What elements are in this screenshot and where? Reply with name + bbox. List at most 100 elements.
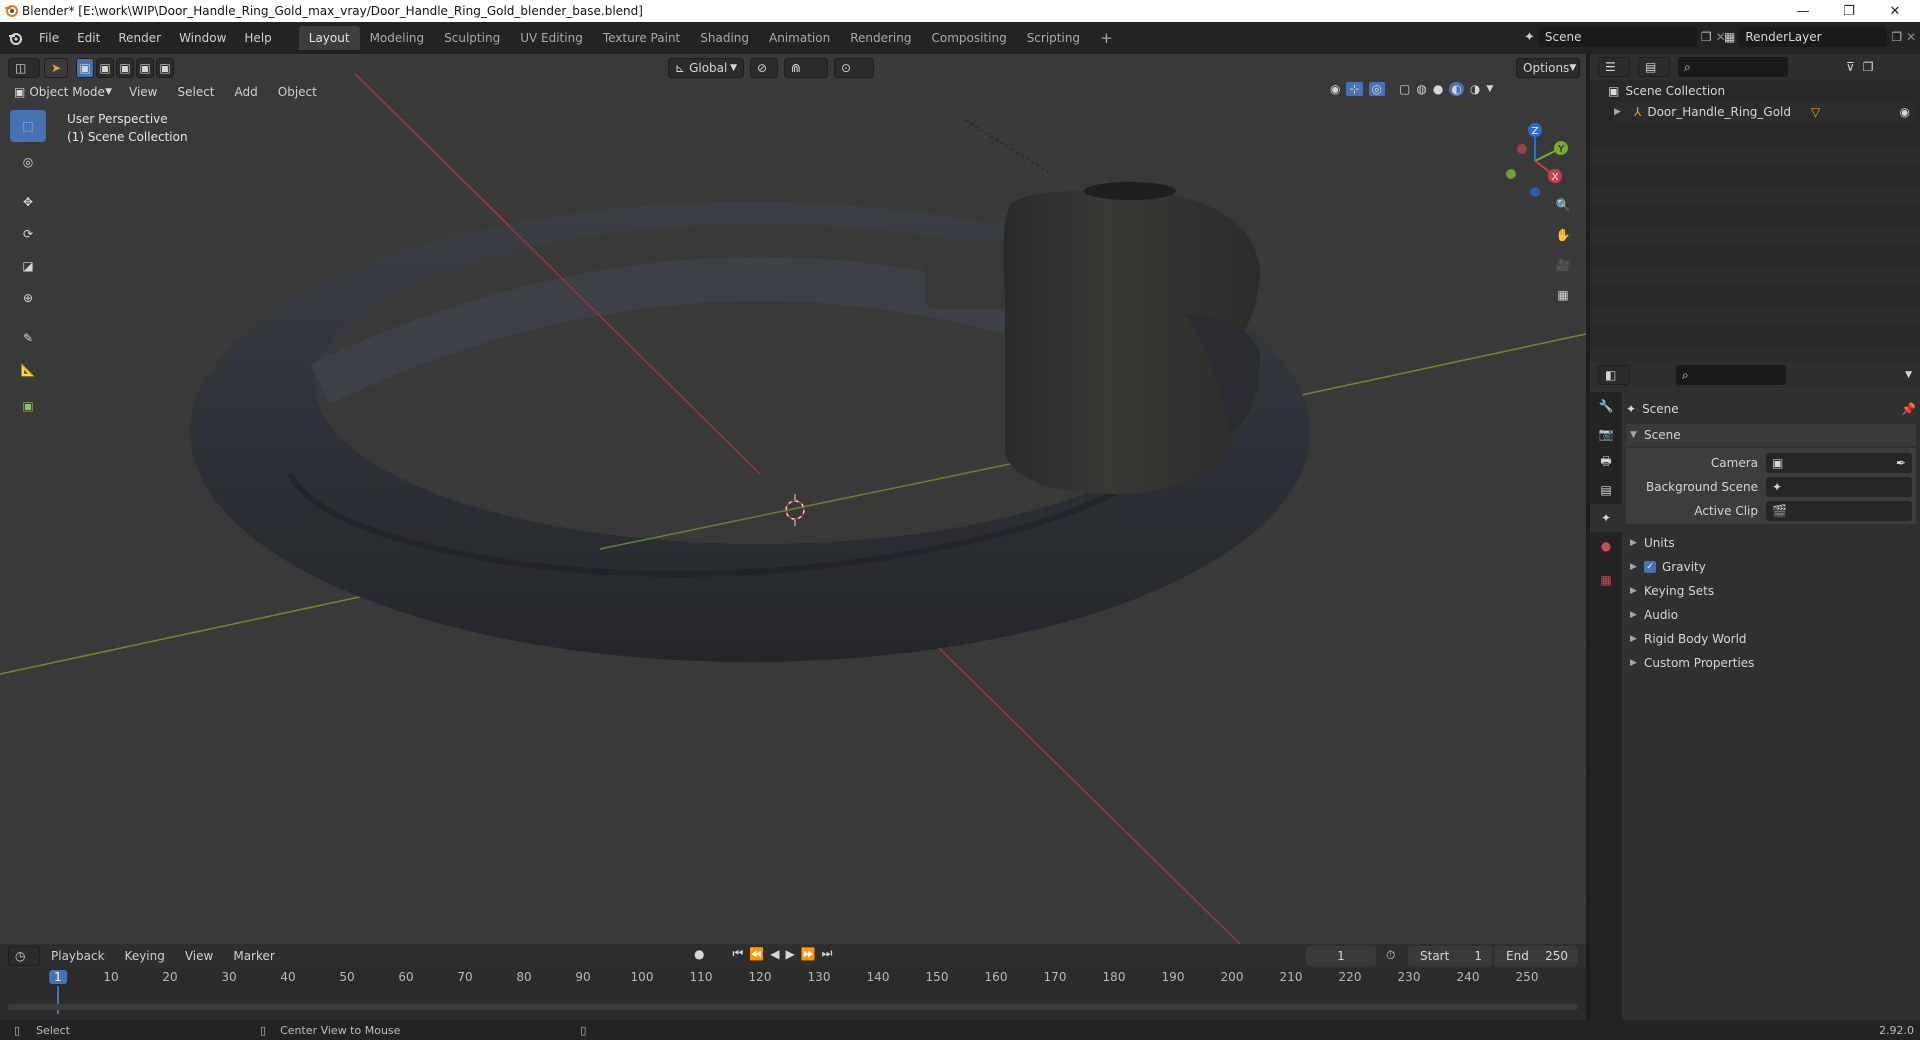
tab-animation[interactable]: Animation xyxy=(759,26,840,50)
rotate-tool[interactable]: ⟳ xyxy=(10,218,46,250)
pin-icon[interactable]: 📌 xyxy=(1901,402,1916,416)
new-collection-icon[interactable]: ❐ xyxy=(1863,60,1874,74)
renderlayer-icon[interactable]: ▦ xyxy=(1724,30,1735,44)
camera-field[interactable]: ▣ ✒ xyxy=(1766,453,1912,473)
visibility-eye-icon[interactable]: ◉ xyxy=(1330,82,1340,96)
wireframe-shading-icon[interactable]: ◍ xyxy=(1416,82,1426,96)
play-icon[interactable]: ▶ xyxy=(785,947,794,961)
menu-file[interactable]: File xyxy=(30,26,68,50)
viewport-menu-object[interactable]: Object xyxy=(269,80,326,104)
snap-toggle[interactable]: ⋒ xyxy=(784,58,828,78)
units-panel[interactable]: ▶ Units xyxy=(1626,532,1916,554)
zoom-button[interactable]: 🔍 xyxy=(1548,190,1578,220)
tab-scripting[interactable]: Scripting xyxy=(1017,26,1090,50)
mode-dropdown[interactable]: ▣ Object Mode ▼ xyxy=(8,82,118,102)
menu-help[interactable]: Help xyxy=(235,26,280,50)
add-workspace-button[interactable]: + xyxy=(1090,26,1123,50)
scale-tool[interactable]: ◪ xyxy=(10,250,46,282)
custom-properties-panel[interactable]: ▶ Custom Properties xyxy=(1626,652,1916,674)
timeline-menu-view[interactable]: View xyxy=(176,944,222,968)
start-frame-field[interactable]: Start 1 xyxy=(1408,946,1492,966)
current-frame-field[interactable]: 1 xyxy=(1306,946,1376,966)
material-shading-icon[interactable]: ◐ xyxy=(1449,82,1464,96)
tab-compositing[interactable]: Compositing xyxy=(921,26,1016,50)
display-mode-dropdown[interactable]: ▤ xyxy=(1638,57,1670,77)
solid-shading-icon[interactable]: ● xyxy=(1433,82,1443,96)
properties-editor-type[interactable]: ◧ xyxy=(1598,365,1630,385)
view-layer-tab[interactable]: ▤ xyxy=(1590,476,1622,504)
select-invert-button[interactable]: ▣ xyxy=(136,58,154,78)
record-icon[interactable]: ● xyxy=(694,947,704,961)
tab-modeling[interactable]: Modeling xyxy=(360,26,435,50)
world-tab[interactable]: ● xyxy=(1590,532,1622,560)
next-keyframe-icon[interactable]: ⏩ xyxy=(801,947,816,961)
measure-tool[interactable]: 📐 xyxy=(10,354,46,386)
camera-view-button[interactable]: 🎥 xyxy=(1548,250,1578,280)
shading-options-icon[interactable]: ▼ xyxy=(1486,84,1493,94)
outliner-row-root[interactable]: ▣ Scene Collection xyxy=(1608,84,1725,98)
select-subtract-button[interactable]: ▣ xyxy=(116,58,134,78)
close-window-button[interactable]: ✕ xyxy=(1872,0,1918,22)
viewport-menu-select[interactable]: Select xyxy=(168,80,223,104)
timeline-track[interactable]: 1 10 20 30 40 50 60 70 80 90 100 110 120 130 140 150 160… xyxy=(0,968,1586,1020)
viewport-scene[interactable] xyxy=(0,54,1586,944)
renderlayer-selector[interactable]: RenderLayer xyxy=(1739,27,1888,47)
add-cube-tool[interactable]: ▣ xyxy=(10,390,46,422)
proportional-edit-toggle[interactable]: ⊙ xyxy=(834,58,874,78)
mesh-data-icon[interactable]: ▽ xyxy=(1811,105,1820,119)
select-extend-button[interactable]: ▣ xyxy=(96,58,114,78)
tab-texture-paint[interactable]: Texture Paint xyxy=(593,26,690,50)
properties-search-input[interactable]: ⌕ xyxy=(1676,365,1786,385)
transform-tool[interactable]: ⊕ xyxy=(10,282,46,314)
menu-window[interactable]: Window xyxy=(170,26,235,50)
chevron-down-icon[interactable]: ▼ xyxy=(1905,370,1912,380)
render-tab[interactable]: 📷 xyxy=(1590,420,1622,448)
select-new-button[interactable]: ▣ xyxy=(76,58,94,78)
filter-icon[interactable]: ⊽ xyxy=(1846,60,1855,74)
gravity-panel[interactable]: ▶ ✓ Gravity xyxy=(1626,556,1916,578)
prev-keyframe-icon[interactable]: ⏪ xyxy=(749,947,764,961)
active-clip-field[interactable]: 🎬 xyxy=(1766,501,1912,521)
gravity-checkbox[interactable]: ✓ xyxy=(1644,561,1656,573)
select-box-tool[interactable]: ⬚ xyxy=(10,110,46,142)
scene-selector[interactable]: Scene xyxy=(1538,27,1697,47)
texture-tab[interactable]: ▦ xyxy=(1590,566,1622,594)
editor-type-button[interactable]: ◫ xyxy=(8,58,40,78)
scene-icon[interactable]: ✦ xyxy=(1524,30,1535,45)
background-scene-field[interactable]: ✦ xyxy=(1766,477,1912,497)
stopwatch-icon[interactable]: ⏱ xyxy=(1386,948,1395,963)
outliner-row-object[interactable]: ▶ ⅄ Door_Handle_Ring_Gold ▽ ◉ xyxy=(1614,102,1914,122)
play-reverse-icon[interactable]: ◀ xyxy=(770,947,779,961)
timeline-editor-type[interactable]: ◷ xyxy=(8,946,40,966)
cursor-tool[interactable]: ◎ xyxy=(10,146,46,178)
annotate-tool[interactable]: ✎ xyxy=(10,322,46,354)
timeline-menu-marker[interactable]: Marker xyxy=(224,944,283,968)
menu-render[interactable]: Render xyxy=(109,26,170,50)
viewport-menu-view[interactable]: View xyxy=(120,80,166,104)
select-intersect-button[interactable]: ▣ xyxy=(156,58,174,78)
move-tool[interactable]: ✥ xyxy=(10,186,46,218)
minimize-button[interactable]: — xyxy=(1780,0,1826,22)
transform-orientation-dropdown[interactable]: ⊾ Global ▼ xyxy=(668,58,744,78)
delete-renderlayer-icon[interactable]: ✕ xyxy=(1906,30,1916,44)
restore-button[interactable]: ❐ xyxy=(1826,0,1872,22)
outliner-editor-type[interactable]: ☰ xyxy=(1598,57,1630,77)
ortho-toggle-button[interactable]: ▦ xyxy=(1548,280,1578,310)
new-renderlayer-icon[interactable]: ❐ xyxy=(1891,30,1902,44)
current-frame-marker[interactable]: 1 xyxy=(49,970,67,984)
tab-uv-editing[interactable]: UV Editing xyxy=(510,26,593,50)
3d-viewport[interactable]: ◫ ➤ ▣ ▣ ▣ ▣ ▣ ⊾ Global ▼ ⊘ ⋒ ⊙ Options ▼… xyxy=(0,54,1586,944)
outliner-search-input[interactable]: ⌕ xyxy=(1678,57,1788,77)
select-tool-mode[interactable]: ➤ xyxy=(44,58,68,78)
tab-rendering[interactable]: Rendering xyxy=(840,26,921,50)
pan-button[interactable]: ✋ xyxy=(1548,220,1578,250)
tab-shading[interactable]: Shading xyxy=(690,26,759,50)
timeline-scrollbar[interactable] xyxy=(8,1004,1578,1010)
scene-panel-header[interactable]: ▼ Scene xyxy=(1626,424,1916,446)
jump-end-icon[interactable]: ⏭ xyxy=(822,946,833,961)
blender-menu-icon[interactable] xyxy=(0,30,30,46)
tab-layout[interactable]: Layout xyxy=(298,26,360,50)
keying-sets-panel[interactable]: ▶ Keying Sets xyxy=(1626,580,1916,602)
pivot-point-dropdown[interactable]: ⊘ xyxy=(750,58,778,78)
properties-editor[interactable]: ◧ ⌕ ▼ 🔧 📷 🖶 ▤ ✦ ● ▦ ✦ Scene 📌 ▼ Scene Ca… xyxy=(1590,362,1920,1020)
